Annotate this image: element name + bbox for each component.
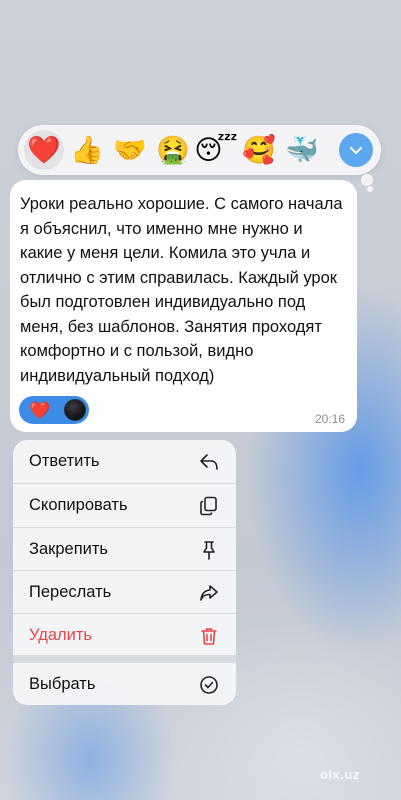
message-bubble[interactable]: Уроки реально хорошие. С самого начала я… xyxy=(10,180,357,432)
expand-reactions-button[interactable] xyxy=(339,133,373,167)
message-timestamp: 20:16 xyxy=(314,412,345,426)
forward-icon xyxy=(198,582,220,604)
reply-icon xyxy=(198,451,220,473)
reaction-vomiting-face[interactable]: 🤮 xyxy=(153,130,193,170)
menu-item-select[interactable]: Выбрать xyxy=(13,663,236,705)
avatar xyxy=(64,399,86,421)
reaction-heart[interactable]: ❤️ xyxy=(24,130,64,170)
reaction-heart-emoji: ❤️ xyxy=(29,400,51,420)
reaction-bar: ❤️ 👍 🤝 🤮 😴 🥰 🐳 xyxy=(18,125,381,175)
menu-item-label: Удалить xyxy=(29,626,92,644)
menu-item-label: Ответить xyxy=(29,452,100,470)
menu-item-label: Переслать xyxy=(29,583,112,601)
checkmark-circle-icon xyxy=(198,674,220,696)
reaction-handshake[interactable]: 🤝 xyxy=(110,130,150,170)
reaction-smiling-face-with-hearts[interactable]: 🥰 xyxy=(239,130,279,170)
reaction-bar-tail-dot xyxy=(367,186,373,192)
reaction-whale[interactable]: 🐳 xyxy=(282,130,322,170)
menu-item-copy[interactable]: Скопировать xyxy=(13,484,236,527)
reaction-thumbs-up[interactable]: 👍 xyxy=(67,130,107,170)
message-reactions[interactable]: ❤️ xyxy=(19,396,89,424)
menu-item-label: Скопировать xyxy=(29,496,128,514)
copy-icon xyxy=(198,495,220,517)
pin-icon xyxy=(198,539,220,561)
menu-group-separator xyxy=(13,655,236,663)
menu-item-reply[interactable]: Ответить xyxy=(13,440,236,483)
menu-item-label: Закрепить xyxy=(29,540,109,558)
menu-item-label: Выбрать xyxy=(29,675,96,693)
context-menu: Ответить Скопировать Закрепить Переслать… xyxy=(13,440,236,705)
message-text: Уроки реально хорошие. С самого начала я… xyxy=(20,195,343,385)
chevron-down-icon xyxy=(348,142,364,158)
trash-icon xyxy=(198,625,220,647)
menu-item-delete[interactable]: Удалить xyxy=(13,614,236,657)
watermark: olx.uz xyxy=(320,767,360,782)
reaction-bar-tail xyxy=(361,174,373,186)
menu-item-forward[interactable]: Переслать xyxy=(13,571,236,614)
reaction-sleeping-face[interactable]: 😴 xyxy=(194,130,237,170)
menu-item-pin[interactable]: Закрепить xyxy=(13,528,236,571)
